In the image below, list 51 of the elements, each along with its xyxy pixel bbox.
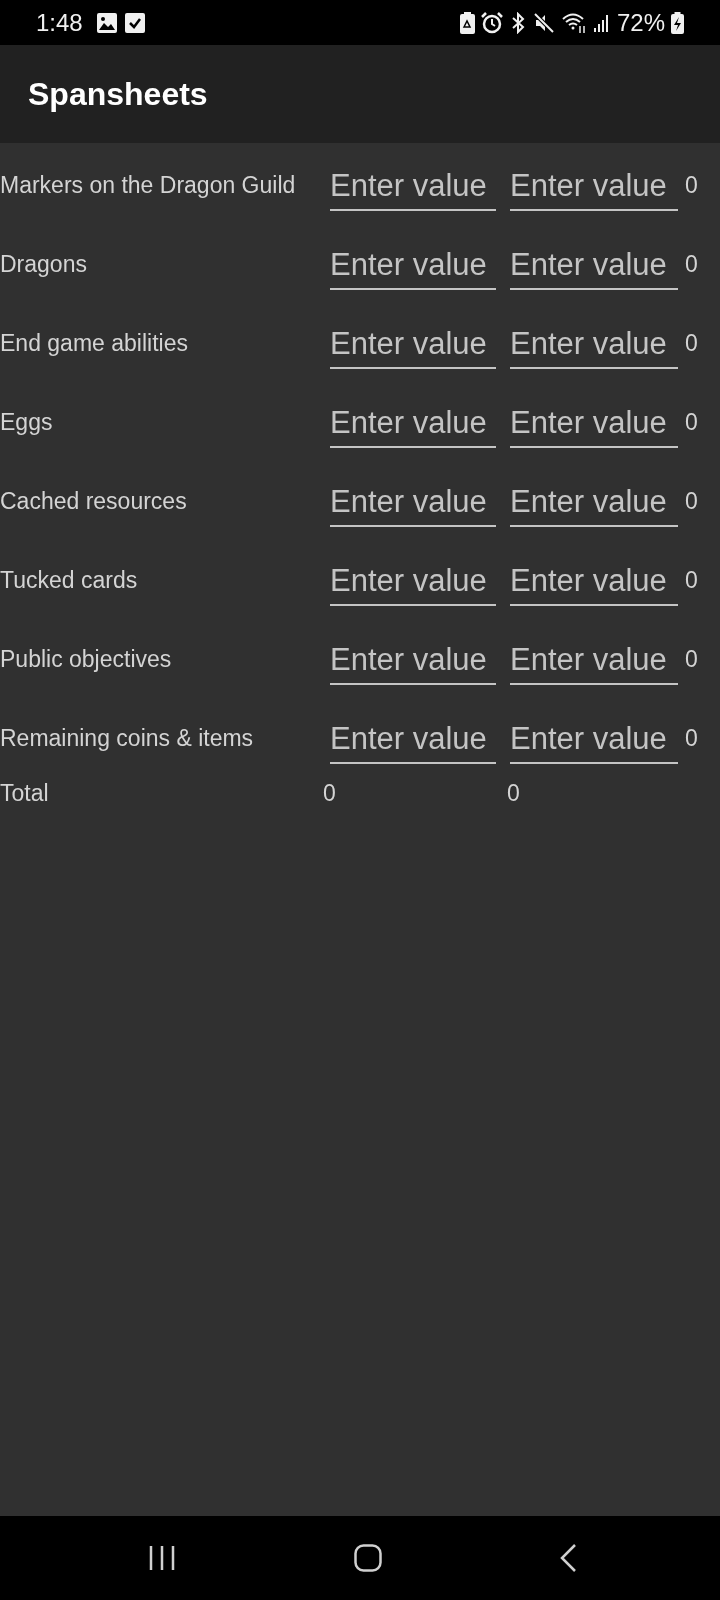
- input-field[interactable]: Enter value: [510, 553, 678, 606]
- battery-recycle-icon: [459, 11, 475, 34]
- battery-charging-icon: [671, 11, 684, 34]
- recent-apps-button[interactable]: [148, 1544, 176, 1572]
- back-button[interactable]: [559, 1543, 577, 1573]
- input-field[interactable]: Enter value: [330, 711, 496, 764]
- row-label: Cached resources: [0, 486, 188, 516]
- input-field[interactable]: Enter value: [510, 158, 678, 211]
- home-icon: [353, 1544, 382, 1572]
- input-field[interactable]: Enter value: [330, 158, 496, 211]
- home-button[interactable]: [353, 1544, 382, 1572]
- input-field[interactable]: Enter value: [510, 316, 678, 369]
- input-field[interactable]: Enter value: [510, 237, 678, 290]
- input-field[interactable]: Enter value: [510, 395, 678, 448]
- back-icon: [559, 1543, 577, 1573]
- row-label: Remaining coins & items: [0, 723, 255, 753]
- row-total: 0: [684, 170, 699, 200]
- input-field[interactable]: Enter value: [510, 632, 678, 685]
- row-total: 0: [684, 486, 699, 516]
- row-total: 0: [684, 328, 699, 358]
- input-field[interactable]: Enter value: [510, 474, 678, 527]
- input-field[interactable]: Enter value: [330, 553, 496, 606]
- input-field[interactable]: Enter value: [330, 316, 496, 369]
- app-title: Spansheets: [28, 75, 208, 113]
- total-value: 0: [507, 779, 520, 808]
- row-total: 0: [684, 407, 699, 437]
- checkbox-icon: [124, 12, 145, 33]
- row-total: 0: [684, 644, 699, 674]
- input-field[interactable]: Enter value: [330, 632, 496, 685]
- input-field[interactable]: Enter value: [330, 237, 496, 290]
- wifi-icon: [560, 11, 587, 34]
- row-total: 0: [684, 723, 699, 753]
- input-field[interactable]: Enter value: [330, 474, 496, 527]
- row-total: 0: [684, 565, 699, 595]
- row-label: Markers on the Dragon Guild: [0, 170, 297, 200]
- row-label: Eggs: [0, 407, 54, 437]
- row-label: Public objectives: [0, 644, 173, 674]
- total-label: Total: [0, 779, 50, 808]
- recent-apps-icon: [148, 1544, 176, 1572]
- input-field[interactable]: Enter value: [330, 395, 496, 448]
- mute-icon: [532, 11, 555, 34]
- battery-percentage: 72%: [616, 8, 665, 37]
- row-label: Tucked cards: [0, 565, 139, 595]
- row-label: Dragons: [0, 249, 88, 279]
- total-value: 0: [323, 779, 336, 808]
- row-label: End game abilities: [0, 328, 189, 358]
- image-icon: [96, 12, 117, 33]
- status-time: 1:48: [36, 8, 83, 37]
- input-field[interactable]: Enter value: [510, 711, 678, 764]
- alarm-icon: [480, 11, 503, 34]
- row-total: 0: [684, 249, 699, 279]
